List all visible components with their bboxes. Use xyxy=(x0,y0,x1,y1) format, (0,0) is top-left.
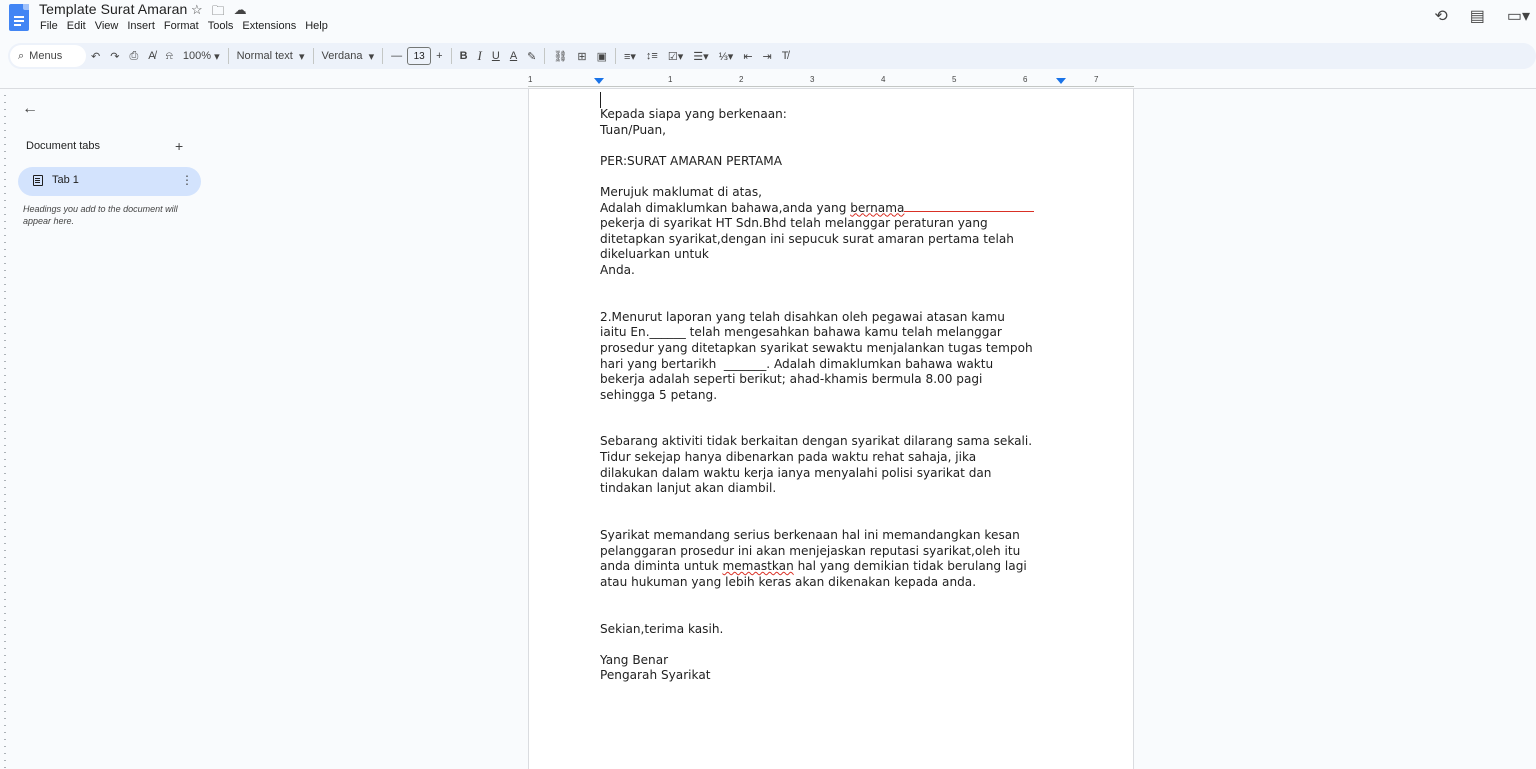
paragraph-line: anda diminta untuk memastkan hal yang de… xyxy=(600,559,1027,574)
ruler-number: 3 xyxy=(810,75,815,84)
document-title[interactable]: Template Surat Amaran xyxy=(39,1,187,17)
vertical-ruler xyxy=(0,89,6,769)
bulleted-list-icon[interactable]: ☰▾ xyxy=(688,50,713,63)
numbered-list-icon[interactable]: ⅓▾ xyxy=(714,50,739,63)
subject-line: PER:SURAT AMARAN PERTAMA xyxy=(600,153,782,168)
greeting-line: Tuan/Puan, xyxy=(600,122,667,137)
paragraph-line: Syarikat memandang serius berkenaan hal … xyxy=(600,528,1020,543)
menu-insert[interactable]: Insert xyxy=(126,20,156,32)
paragraph-line: Anda. xyxy=(600,262,635,277)
search-icon: ⌕ xyxy=(18,49,25,62)
paragraph-line: tindakan lanjut akan diambil. xyxy=(600,481,777,496)
closing-line: Sekian,terima kasih. xyxy=(600,621,724,636)
text-cursor xyxy=(600,92,601,108)
paragraph-line: 2.Menurut laporan yang telah disahkan ol… xyxy=(600,309,1005,324)
ruler-number: 4 xyxy=(881,75,886,84)
right-indent-marker[interactable] xyxy=(1056,78,1066,84)
ruler-number: 7 xyxy=(1094,75,1099,84)
italic-button[interactable]: I xyxy=(473,48,487,64)
add-comment-icon[interactable]: ⊞ xyxy=(572,50,591,63)
paragraph-line: Merujuk maklumat di atas, xyxy=(600,184,762,199)
zoom-select[interactable]: 100% ▾ xyxy=(178,50,225,63)
document-page[interactable]: Kepada siapa yang berkenaan: Tuan/Puan, … xyxy=(528,89,1134,769)
document-tab-icon xyxy=(33,175,43,186)
paragraph-line: Tidur sekejap hanya dibenarkan pada wakt… xyxy=(600,450,977,465)
paragraph-line: atau hukuman yang lebih keras akan diken… xyxy=(600,574,977,589)
paragraph-line: hari yang bertarikh _______. Adalah dima… xyxy=(600,356,994,371)
outline-hint: Headings you add to the document will ap… xyxy=(23,204,178,226)
paint-format-icon[interactable]: ⍾ xyxy=(161,50,178,63)
decrease-indent-icon[interactable]: ⇤ xyxy=(738,50,757,63)
signoff-line: Yang Benar xyxy=(600,652,669,667)
left-indent-marker[interactable] xyxy=(594,78,604,84)
tab-item[interactable]: Tab 1 ⋮ xyxy=(18,167,201,196)
bold-button[interactable]: B xyxy=(455,50,473,62)
ruler-number: 2 xyxy=(739,75,744,84)
add-tab-icon[interactable]: + xyxy=(175,138,183,154)
insert-image-icon[interactable]: ▣ xyxy=(592,50,612,63)
misspelled-word[interactable]: bernama xyxy=(850,201,904,215)
undo-icon[interactable]: ↶ xyxy=(86,50,105,63)
paragraph-line: Sebarang aktiviti tidak berkaitan dengan… xyxy=(600,434,1033,449)
increase-font-size-icon[interactable]: + xyxy=(431,50,447,62)
more-options-icon[interactable]: ⋮ xyxy=(181,173,193,187)
paragraph-line: Adalah dimaklumkan bahawa,anda yang bern… xyxy=(600,201,1070,217)
paragraph-line: pelanggaran prosedur ini akan menjejaska… xyxy=(600,543,1021,558)
paragraph-line: bekerja adalah seperti berikut; ahad-kha… xyxy=(600,372,983,387)
checklist-icon[interactable]: ☑▾ xyxy=(663,50,688,63)
document-tabs-title: Document tabs xyxy=(26,140,100,152)
paragraph-line: sehingga 5 petang. xyxy=(600,387,718,402)
increase-indent-icon[interactable]: ⇥ xyxy=(758,50,777,63)
version-history-icon[interactable]: ⟲ xyxy=(1434,6,1447,26)
horizontal-ruler[interactable]: 1 1 2 3 4 5 6 7 xyxy=(528,75,1134,88)
paragraph-line: pekerja di syarikat HT Sdn.Bhd telah mel… xyxy=(600,216,988,231)
text-color-button[interactable]: A xyxy=(505,50,522,62)
paragraph-line: ditetapkan syarikat,dengan ini sepucuk s… xyxy=(600,231,1014,246)
decrease-font-size-icon[interactable]: — xyxy=(386,50,407,62)
paragraph-line: iaitu En.______ telah mengesahkan bahawa… xyxy=(600,325,1002,340)
docs-logo-icon[interactable] xyxy=(9,4,29,31)
ruler-number: 1 xyxy=(528,75,533,84)
menu-tools[interactable]: Tools xyxy=(207,20,235,32)
ruler-number: 1 xyxy=(668,75,673,84)
document-outline-sidebar: ← Document tabs + Tab 1 ⋮ Headings you a… xyxy=(12,90,212,390)
print-icon[interactable]: ⎙ xyxy=(124,50,143,63)
comments-icon[interactable]: ▤ xyxy=(1470,6,1485,26)
menu-edit[interactable]: Edit xyxy=(66,20,87,32)
top-bar: Template Surat Amaran ☆ 🗀 ☁ File Edit Vi… xyxy=(0,0,1536,40)
menu-bar: File Edit View Insert Format Tools Exten… xyxy=(39,20,329,32)
menu-format[interactable]: Format xyxy=(163,20,200,32)
font-size-input[interactable]: 13 xyxy=(407,47,432,65)
insert-link-icon[interactable]: ⛓ xyxy=(548,50,572,63)
highlight-icon[interactable]: ✎ xyxy=(522,50,541,63)
font-select[interactable]: Verdana ▾ xyxy=(317,50,380,63)
menu-extensions[interactable]: Extensions xyxy=(241,20,297,32)
misspelled-word[interactable]: memastkan xyxy=(722,559,793,573)
toolbar: ⌕ Menus ↶ ↷ ⎙ A̸ ⍾ 100% ▾ Normal text ▾ … xyxy=(8,43,1536,69)
menus-search[interactable]: ⌕ Menus xyxy=(10,45,86,67)
paragraph-line: prosedur yang ditetapkan syarikat sewakt… xyxy=(600,340,1033,355)
ruler-number: 6 xyxy=(1023,75,1028,84)
signoff-line: Pengarah Syarikat xyxy=(600,668,711,683)
greeting-line: Kepada siapa yang berkenaan: xyxy=(600,107,787,121)
menu-view[interactable]: View xyxy=(94,20,120,32)
ruler-number: 5 xyxy=(952,75,957,84)
back-arrow-icon[interactable]: ← xyxy=(22,100,38,118)
redo-icon[interactable]: ↷ xyxy=(105,50,124,63)
meet-icon[interactable]: ▭▾ xyxy=(1507,6,1530,26)
blank-field xyxy=(904,202,1035,212)
align-icon[interactable]: ≡▾ xyxy=(619,50,641,63)
paragraph-line: dikeluarkan untuk xyxy=(600,247,709,262)
line-spacing-icon[interactable]: ↕≡ xyxy=(641,50,663,62)
menu-help[interactable]: Help xyxy=(304,20,329,32)
tab-label: Tab 1 xyxy=(52,174,79,186)
style-select[interactable]: Normal text ▾ xyxy=(232,50,310,63)
clear-formatting-icon[interactable]: T̸ xyxy=(777,50,794,62)
document-body[interactable]: Kepada siapa yang berkenaan: Tuan/Puan, … xyxy=(600,107,1070,684)
underline-button[interactable]: U xyxy=(487,50,505,62)
spellcheck-icon[interactable]: A̸ xyxy=(143,50,160,62)
paragraph-line: dilakukan dalam waktu kerja ianya menyal… xyxy=(600,465,992,480)
menu-file[interactable]: File xyxy=(39,20,59,32)
